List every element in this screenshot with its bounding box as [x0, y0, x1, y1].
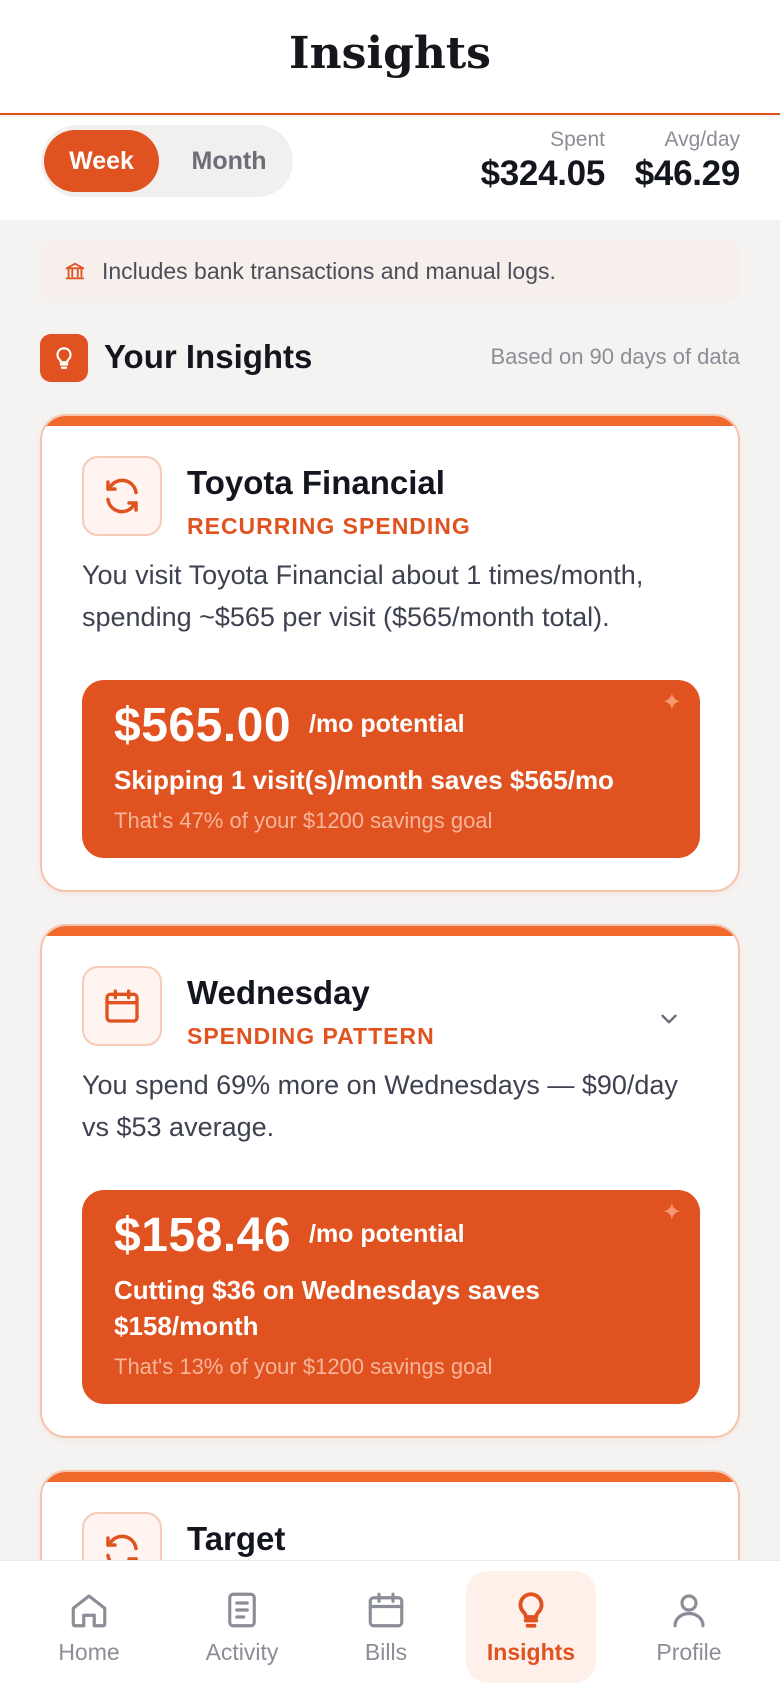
summary-bar: Week Month Spent $324.05 Avg/day $46.29 [0, 117, 780, 220]
insight-title: Toyota Financial [187, 464, 445, 501]
savings-box: ✦ $158.46 /mo potential Cutting $36 on W… [82, 1190, 700, 1404]
bottom-nav: Home Activity Bills Insights Profile [0, 1560, 780, 1688]
insight-card[interactable]: Toyota Financial RECURRING SPENDING You … [40, 414, 740, 892]
avg-day-stat: Avg/day $46.29 [634, 128, 741, 194]
savings-goal-text: That's 13% of your $1200 savings goal [114, 1354, 493, 1379]
insight-description: You spend 69% more on Wednesdays — $90/d… [82, 1070, 678, 1142]
nav-insights[interactable]: Insights [466, 1571, 596, 1683]
info-banner-text: Includes bank transactions and manual lo… [102, 257, 556, 284]
savings-goal-text: That's 47% of your $1200 savings goal [114, 808, 493, 833]
info-banner: Includes bank transactions and manual lo… [40, 240, 740, 302]
user-icon [673, 1594, 705, 1628]
lightbulb-icon [40, 334, 88, 382]
sparkle-icon: ✦ [661, 689, 682, 716]
app-header: Insights [0, 0, 780, 115]
insight-card[interactable]: Wednesday SPENDING PATTERN You spend 69%… [40, 924, 740, 1438]
nav-bills[interactable]: Bills [321, 1571, 451, 1683]
chevron-down-icon[interactable] [656, 1006, 682, 1032]
nav-label: Insights [486, 1639, 576, 1665]
lightbulb-icon [518, 1592, 544, 1628]
avg-day-label: Avg/day [664, 128, 741, 151]
nav-label: Profile [656, 1639, 722, 1665]
insight-title: Wednesday [187, 974, 370, 1011]
insight-title: Target [187, 1520, 286, 1557]
savings-description: Cutting $36 on Wednesdays saves $158/mon… [114, 1275, 540, 1341]
sparkle-icon: ✦ [661, 1199, 682, 1226]
spent-value: $324.05 [480, 154, 606, 193]
bank-icon [65, 262, 85, 280]
insight-description: You visit Toyota Financial about 1 times… [82, 560, 644, 632]
nav-label: Activity [205, 1639, 279, 1665]
document-icon [228, 1592, 256, 1628]
home-icon [71, 1594, 107, 1628]
insight-category: SPENDING PATTERN [187, 1023, 435, 1049]
savings-amount: $158.46 [114, 1209, 292, 1262]
section-note: Based on 90 days of data [490, 344, 740, 369]
nav-profile[interactable]: Profile [624, 1571, 754, 1683]
month-toggle-button[interactable]: Month [173, 130, 285, 192]
insights-section-header: Your Insights Based on 90 days of data [40, 334, 740, 382]
nav-label: Bills [364, 1639, 408, 1665]
savings-potential-label: /mo potential [309, 1220, 465, 1248]
section-title: Your Insights [104, 338, 313, 375]
insight-category: RECURRING SPENDING [187, 513, 471, 539]
calendar-icon [82, 966, 162, 1046]
spent-stat: Spent $324.05 [480, 128, 606, 194]
nav-activity[interactable]: Activity [177, 1571, 307, 1683]
recurring-icon [82, 456, 162, 536]
savings-description: Skipping 1 visit(s)/month saves $565/mo [114, 765, 614, 795]
period-toggle: Week Month [41, 125, 293, 197]
savings-amount: $565.00 [114, 699, 292, 752]
spent-label: Spent [550, 128, 605, 151]
week-toggle-button[interactable]: Week [44, 130, 159, 192]
page-title: Insights [289, 28, 491, 79]
avg-day-value: $46.29 [634, 154, 741, 193]
nav-label: Home [58, 1639, 120, 1665]
savings-potential-label: /mo potential [309, 710, 465, 738]
savings-box: ✦ $565.00 /mo potential Skipping 1 visit… [82, 680, 700, 858]
calendar-icon [368, 1592, 404, 1628]
nav-home[interactable]: Home [24, 1571, 154, 1683]
